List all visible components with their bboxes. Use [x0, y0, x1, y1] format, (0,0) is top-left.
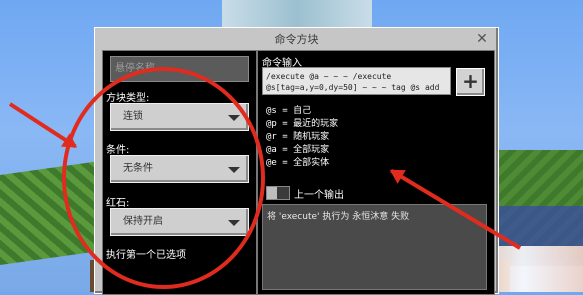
previous-output-label: 上一个输出	[294, 190, 344, 201]
annotation-arrow	[8, 102, 77, 149]
selector-help-line: @e = 全部实体	[266, 158, 330, 168]
dialog-title: 命令方块	[274, 33, 319, 46]
selector-help-line: @a = 全部玩家	[266, 145, 330, 155]
command-input[interactable]: /execute @a ~ ~ ~ /execute @s[tag=a,y=0,…	[262, 67, 451, 95]
selector-help-line: @r = 随机玩家	[266, 132, 330, 142]
previous-output-text: 将 'execute' 执行为 永恒沐意 失败	[262, 204, 487, 290]
add-command-button[interactable]: +	[456, 68, 485, 96]
toggle-knob	[267, 187, 277, 199]
selector-help-line: @s = 自己	[266, 106, 312, 116]
previous-output-toggle[interactable]	[266, 186, 290, 200]
selector-help-line: @p = 最近的玩家	[266, 119, 339, 129]
close-icon[interactable]: ✕	[474, 31, 490, 47]
highlight-circle	[62, 67, 265, 289]
command-panel: 命令输入 /execute @a ~ ~ ~ /execute @s[tag=a…	[257, 50, 495, 295]
background-tower	[222, 0, 372, 30]
